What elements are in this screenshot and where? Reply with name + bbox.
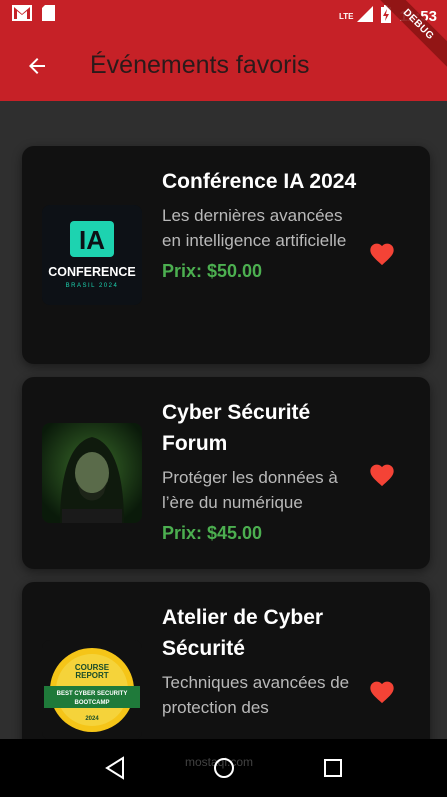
heart-icon: [370, 681, 394, 704]
conference-logo-text: CONFERENCE: [48, 265, 136, 279]
favorite-button[interactable]: [368, 678, 398, 706]
event-description: Techniques avancées de protection des: [162, 673, 350, 717]
event-image-ia-conference: IA CONFERENCE BRASIL 2024: [42, 205, 142, 305]
watermark: mostaql.com: [185, 755, 254, 769]
event-image-cyber-bootcamp: COURSE REPORT BEST CYBER SECURITY BOOTCA…: [42, 640, 142, 739]
event-title: Atelier de Cyber Sécurité: [162, 606, 324, 660]
recents-nav-icon: [323, 759, 342, 777]
event-content: Atelier de Cyber Sécurité Techniques ava…: [162, 602, 362, 720]
badge-text-year: 2024: [85, 716, 99, 722]
brasil-logo-text: BRASIL 2024: [66, 283, 119, 289]
app-bar: Événements favoris: [0, 30, 447, 101]
heart-icon: [370, 464, 394, 487]
arrow-back-icon: [29, 57, 45, 74]
nav-recents-button[interactable]: [313, 748, 353, 788]
badge-text-best: BEST CYBER SECURITY: [57, 691, 128, 697]
app-header: LTE 11:53 DEBUG Événements favoris: [0, 0, 447, 101]
signal-icon: [357, 6, 374, 26]
ia-logo-text: IA: [79, 225, 105, 255]
network-type: LTE: [338, 11, 354, 21]
event-title: Cyber Sécurité Forum: [162, 401, 311, 455]
favorite-button[interactable]: [368, 240, 398, 268]
event-description: Protéger les données à l’ère du numériqu…: [162, 468, 338, 512]
screen: LTE 11:53 DEBUG Événements favoris: [0, 0, 447, 797]
gmail-icon: [12, 5, 32, 26]
heart-icon: [370, 243, 394, 266]
badge-text-bootcamp: BOOTCAMP: [75, 700, 110, 706]
event-card[interactable]: COURSE REPORT BEST CYBER SECURITY BOOTCA…: [22, 582, 430, 739]
event-price: Prix: $50.00: [162, 261, 263, 281]
event-price: Prix: $45.00: [162, 523, 263, 543]
event-card[interactable]: IA CONFERENCE BRASIL 2024 Conférence IA …: [22, 146, 430, 364]
status-bar: LTE 11:53: [0, 0, 447, 30]
event-card[interactable]: Cyber Sécurité Forum Protéger les donnée…: [22, 377, 430, 569]
nav-back-button[interactable]: [95, 748, 135, 788]
page-title: Événements favoris: [90, 51, 310, 79]
event-description: Les dernières avancées en intelligence a…: [162, 206, 347, 250]
back-button[interactable]: [22, 51, 52, 81]
sd-card-icon: [42, 5, 55, 26]
favorites-list[interactable]: IA CONFERENCE BRASIL 2024 Conférence IA …: [0, 101, 447, 739]
back-nav-icon: [104, 756, 124, 780]
event-content: Cyber Sécurité Forum Protéger les donnée…: [162, 397, 362, 544]
favorite-button[interactable]: [368, 461, 398, 489]
badge-text-report: REPORT: [75, 671, 108, 680]
event-title: Conférence IA 2024: [162, 170, 357, 193]
event-content: Conférence IA 2024 Les dernières avancée…: [162, 166, 362, 282]
event-image-cyber-forum: [42, 423, 142, 523]
